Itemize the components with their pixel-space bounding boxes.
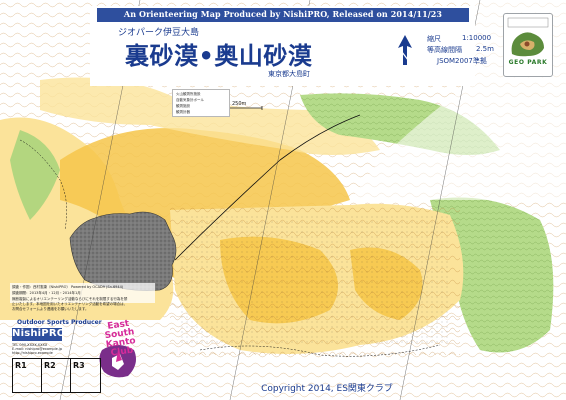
legend-item: 観測施設 (176, 104, 190, 108)
geopark-logo-icon (503, 13, 553, 77)
scale-value: 1:10000 (462, 34, 492, 42)
runner-record-boxes: R1 R2 R3 (12, 358, 101, 393)
symbol-legend: 火山観測所施設 自動気象計ポール 観測施設 観測計器 (172, 89, 230, 117)
scale-label: 縮尺 (427, 35, 441, 43)
map-standard: JSOM2007準拠 (437, 57, 487, 65)
contour-interval-label: 等高線間隔 (427, 46, 462, 54)
map-location: 東京都大島町 (268, 70, 310, 78)
map-info-line: お問合せフォームより連絡をお願いいたします。 (12, 307, 89, 311)
runner-box[interactable]: R3 (71, 359, 100, 392)
map-info-line: 調査・作図：西村憲康（NishiPRO） Powered by OCAD9 (S… (12, 285, 124, 289)
legend-item: 自動気象計ポール (176, 98, 204, 102)
geopark-logo-text: GEO PARK (508, 59, 548, 66)
copyright-text: Copyright 2014, ES関東クラブ (261, 384, 393, 394)
legend-item: 火山観測所施設 (176, 92, 201, 96)
contour-interval-value: 2.5m (476, 45, 494, 53)
legend-item: 観測計器 (176, 110, 190, 114)
producer-contact: http://nishipro.example (12, 351, 53, 355)
map-info-line: 調査期間：2013年4月・12月・2014年1月 (12, 291, 81, 295)
club-name: East South Kanto Club (104, 318, 137, 359)
producer-name: NishiPRO (12, 328, 66, 339)
boulder-dots (180, 215, 450, 345)
north-arrow-icon (398, 35, 412, 65)
runner-box[interactable]: R1 (13, 359, 42, 392)
runner-box[interactable]: R2 (42, 359, 71, 392)
map-title: 裏砂漠•奥山砂漠 (125, 42, 313, 70)
banner-text: An Orienteering Map Produced by NishiPRO… (123, 9, 443, 19)
orienteering-map-sheet: An Orienteering Map Produced by NishiPRO… (0, 0, 566, 400)
lava-field (69, 211, 177, 291)
scale-bar-label: 250m (232, 101, 247, 107)
